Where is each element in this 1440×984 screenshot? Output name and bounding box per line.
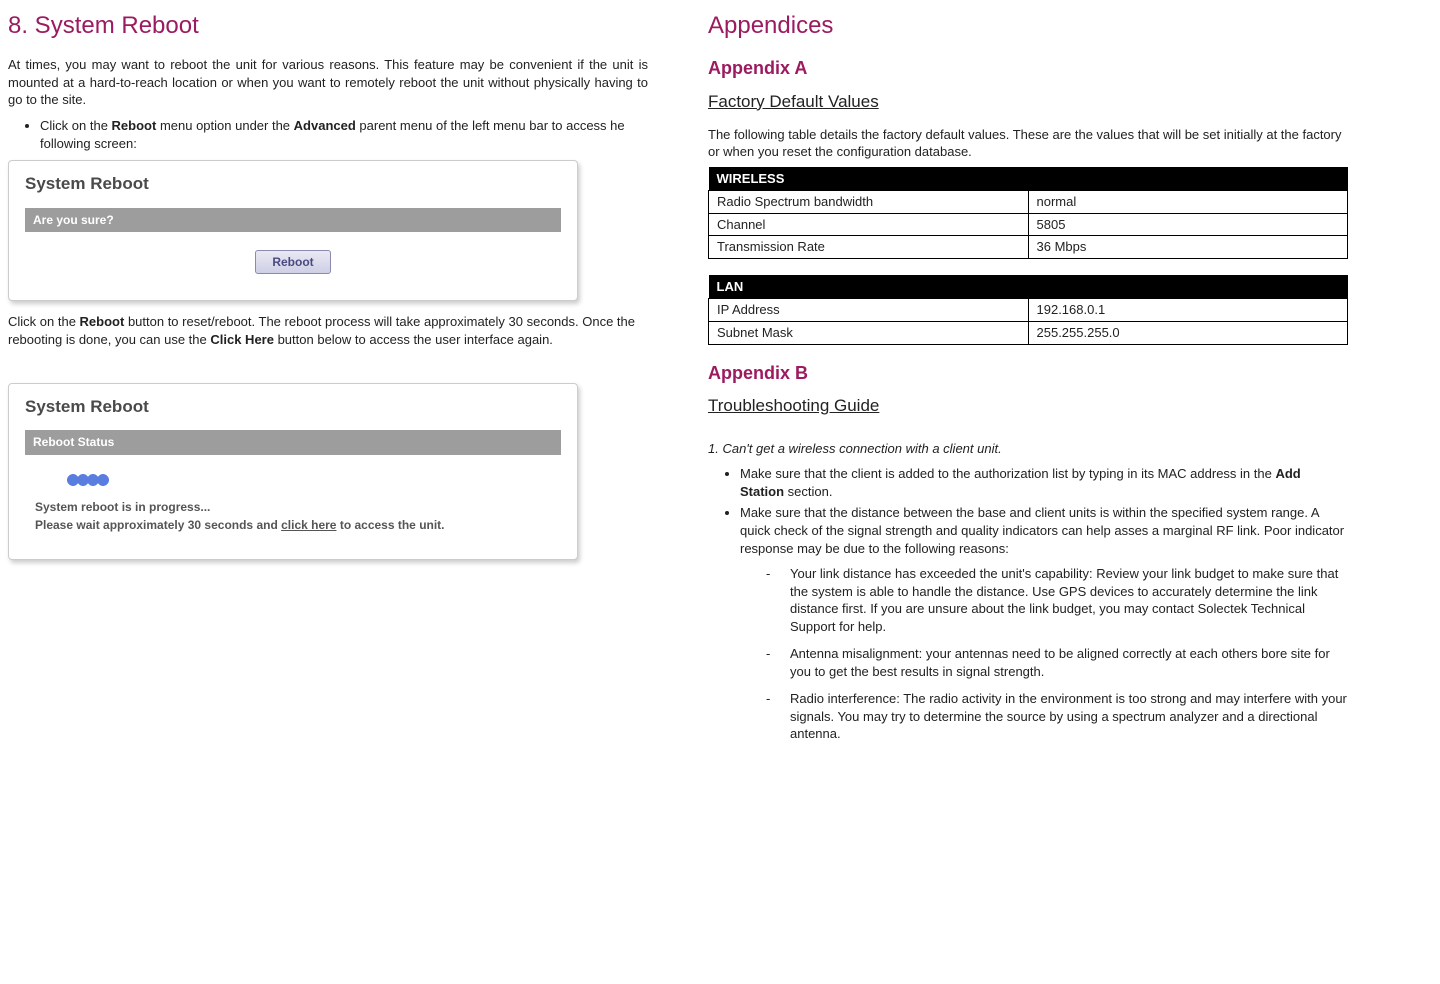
click-here-link[interactable]: click here xyxy=(281,518,336,532)
appendix-a-heading: Appendix A xyxy=(708,56,1348,80)
right-column: Appendices Appendix A Factory Default Va… xyxy=(708,10,1348,753)
table-row: Radio Spectrum bandwidthnormal xyxy=(709,191,1348,214)
table-row: Channel5805 xyxy=(709,213,1348,236)
list-item: Make sure that the distance between the … xyxy=(740,504,1348,557)
panel-title: System Reboot xyxy=(25,396,561,419)
list-item: Antenna misalignment: your antennas need… xyxy=(766,645,1348,680)
progress-spinner-icon xyxy=(65,473,111,487)
instruction-list: Click on the Reboot menu option under th… xyxy=(8,117,648,152)
instruction-item: Click on the Reboot menu option under th… xyxy=(40,117,648,152)
appendix-b-subhead: Troubleshooting Guide xyxy=(708,395,1348,418)
table-header: LAN xyxy=(709,275,1029,299)
list-item: Make sure that the client is added to th… xyxy=(740,465,1348,500)
list-item: Your link distance has exceeded the unit… xyxy=(766,565,1348,635)
appendix-b-heading: Appendix B xyxy=(708,361,1348,385)
appendix-a-subhead: Factory Default Values xyxy=(708,91,1348,114)
panel-bar: Are you sure? xyxy=(25,208,561,232)
reboot-status-panel: System Reboot Reboot Status System reboo… xyxy=(8,383,578,561)
appendices-heading: Appendices xyxy=(708,10,1348,42)
panel-bar: Reboot Status xyxy=(25,430,561,454)
lan-table: LAN IP Address192.168.0.1 Subnet Mask255… xyxy=(708,275,1348,345)
wireless-table: WIRELESS Radio Spectrum bandwidthnormal … xyxy=(708,167,1348,259)
table-row: IP Address192.168.0.1 xyxy=(709,299,1348,322)
left-column: 8. System Reboot At times, you may want … xyxy=(8,10,648,753)
table-row: Transmission Rate36 Mbps xyxy=(709,236,1348,259)
trouble-q1: 1. Can't get a wireless connection with … xyxy=(708,440,1348,458)
list-item: Radio interference: The radio activity i… xyxy=(766,690,1348,743)
table-header: WIRELESS xyxy=(709,167,1029,191)
intro-paragraph: At times, you may want to reboot the uni… xyxy=(8,56,648,109)
reboot-button[interactable]: Reboot xyxy=(255,250,330,274)
after-panel-paragraph: Click on the Reboot button to reset/rebo… xyxy=(8,313,648,348)
section-heading: 8. System Reboot xyxy=(8,10,648,42)
reason-list: Your link distance has exceeded the unit… xyxy=(708,565,1348,743)
status-line-1: System reboot is in progress... xyxy=(35,499,561,515)
appendix-a-intro: The following table details the factory … xyxy=(708,126,1348,161)
trouble-list: Make sure that the client is added to th… xyxy=(708,465,1348,557)
reboot-confirm-panel: System Reboot Are you sure? Reboot xyxy=(8,160,578,301)
status-line-2: Please wait approximately 30 seconds and… xyxy=(35,517,561,533)
table-row: Subnet Mask255.255.255.0 xyxy=(709,322,1348,345)
panel-title: System Reboot xyxy=(25,173,561,196)
